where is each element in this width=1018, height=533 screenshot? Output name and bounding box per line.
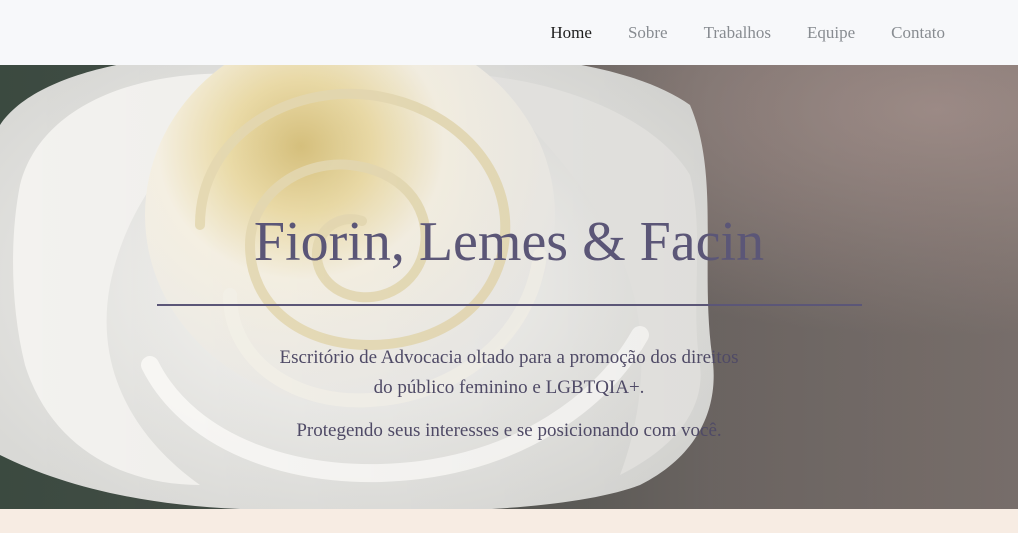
- nav-link-sobre[interactable]: Sobre: [610, 23, 686, 43]
- nav-link-trabalhos[interactable]: Trabalhos: [686, 23, 789, 43]
- hero-description: Escritório de Advocacia oltado para a pr…: [0, 343, 1018, 403]
- nav-item-sobre: Sobre: [610, 23, 686, 43]
- hero-description-line2: do público feminino e LGBTQIA+.: [373, 377, 645, 398]
- hero-section: Fiorin, Lemes & Facin Escritório de Advo…: [0, 65, 1018, 509]
- nav-link-contato[interactable]: Contato: [873, 23, 963, 43]
- hero-content: Fiorin, Lemes & Facin Escritório de Advo…: [0, 65, 1018, 509]
- nav-link-equipe[interactable]: Equipe: [789, 23, 873, 43]
- nav-item-home: Home: [532, 23, 610, 43]
- nav-item-trabalhos: Trabalhos: [686, 23, 789, 43]
- top-navbar: Home Sobre Trabalhos Equipe Contato: [0, 0, 1018, 65]
- nav-item-contato: Contato: [873, 23, 963, 43]
- hero-description-line1: Escritório de Advocacia oltado para a pr…: [279, 347, 739, 368]
- nav-item-equipe: Equipe: [789, 23, 873, 43]
- hero-tagline: Protegendo seus interesses e se posicion…: [296, 420, 722, 441]
- hero-divider: [157, 304, 862, 306]
- nav-link-home[interactable]: Home: [532, 23, 610, 43]
- next-section-strip: [0, 509, 1018, 533]
- nav-menu: Home Sobre Trabalhos Equipe Contato: [532, 0, 963, 65]
- hero-title: Fiorin, Lemes & Facin: [253, 211, 765, 273]
